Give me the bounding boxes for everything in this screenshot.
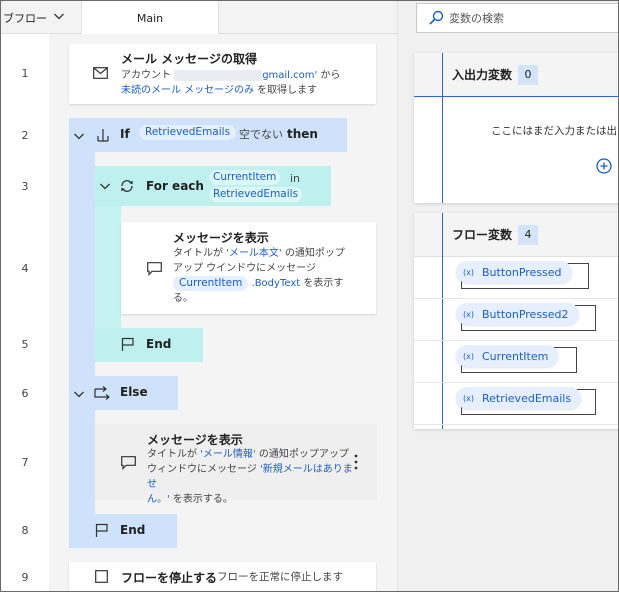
tab-main-label: Main [136,11,164,25]
loop-icon [121,180,133,192]
variable-row[interactable]: (x) ButtonPressed [414,257,618,299]
action-title: メッセージを表示 [147,433,243,447]
action-end-if[interactable]: End [69,514,177,548]
variable-count-badge: 0 [518,64,539,85]
action-description: フローを正常に停止します [217,571,343,583]
flag-icon [121,337,134,351]
action-description: タイトルが 'メール本文' の通知ポップ アップ ウインドウにメッセージ Cur… [173,248,345,304]
line-number: 8 [21,524,29,537]
io-variables-header[interactable]: 入出力変数 0 [414,53,618,97]
branch-icon [97,129,109,142]
line-number: 1 [21,67,29,80]
io-variables-section: 入出力変数 0 ここにはまだ入力または出力 [414,53,619,203]
variable-search-input[interactable]: 変数の検索 [416,3,618,33]
action-description: タイトルが 'メール情報' の通知ポップアップ ウィンドウにメッセージ '新規メ… [147,449,353,505]
if-keyword: If [120,127,130,141]
flag-icon [95,523,108,537]
section-title: フロー変数 [452,228,513,242]
if-condition: 空でない [239,128,283,141]
more-options-icon[interactable] [353,454,359,470]
if-scope-rail [69,152,95,548]
action-stop-flow[interactable]: フローを停止する フローを正常に停止します [69,562,376,591]
search-placeholder: 変数の検索 [449,12,504,25]
chevron-down-icon[interactable] [53,10,65,22]
unread-link[interactable]: 未読のメール メッセージのみ [121,85,254,96]
redacted-email [174,69,263,81]
action-for-each[interactable]: For each CurrentItem in RetrievedEmails [95,166,331,206]
line-number: 6 [21,387,29,400]
variable-row[interactable]: (x) RetrievedEmails [414,383,618,425]
line-number: 9 [21,571,29,584]
variable-pill[interactable]: (x) ButtonPressed [456,261,572,283]
flow-variables-header[interactable]: フロー変数 4 [414,213,618,257]
drop-guide-vertical [442,53,443,203]
variable-icon: (x) [463,351,474,361]
action-else[interactable]: Else [69,376,178,410]
line-number: 7 [21,456,29,469]
foreach-scope-rail [95,204,121,330]
variable-retrieved-emails[interactable]: RetrievedEmails [139,125,237,140]
mail-icon [93,67,108,79]
search-icon [429,10,444,25]
tab-main[interactable]: Main [81,1,219,35]
variable-retrieved-emails[interactable]: RetrievedEmails [209,187,303,202]
variable-pill[interactable]: (x) ButtonPressed2 [456,303,579,325]
tab-subflows[interactable]: ブフロー [1,1,79,34]
variable-icon: (x) [463,393,474,403]
end-keyword: End [120,523,146,537]
action-show-message-2[interactable]: メッセージを表示 タイトルが 'メール情報' の通知ポップアップ ウィンドウにメ… [95,424,377,505]
variable-icon: (x) [463,267,474,277]
tab-subflows-label: ブフロー [3,11,47,25]
variable-row[interactable]: (x) ButtonPressed2 [414,299,618,341]
action-title: フローを停止する [121,571,218,585]
action-get-mail[interactable]: メール メッセージの取得 アカウント gmail.com' から 未読のメール … [69,44,376,104]
action-show-message-1[interactable]: メッセージを表示 タイトルが 'メール本文' の通知ポップ アップ ウインドウに… [121,222,376,314]
variable-pill[interactable]: (x) RetrievedEmails [456,387,582,409]
variable-pill[interactable]: (x) CurrentItem [456,345,559,367]
line-number: 3 [21,180,29,193]
chevron-down-icon[interactable] [73,388,85,400]
in-keyword: in [290,172,301,185]
flow-variables-section: フロー変数 4 (x) ButtonPressed (x) ButtonPresse… [414,213,618,429]
message-icon [147,262,162,276]
line-number-gutter: 1 2 3 4 5 6 7 8 9 [1,34,49,591]
add-circle-icon[interactable] [596,158,612,174]
flow-canvas: 1 2 3 4 5 6 7 8 9 メール メッセージの取得 アカウント gma… [1,34,397,591]
variable-current-item[interactable]: CurrentItem [209,170,281,185]
line-number: 5 [21,338,29,351]
variable-icon: (x) [463,309,474,319]
line-number: 2 [21,129,29,142]
message-icon [121,456,136,470]
action-if[interactable]: If RetrievedEmails 空でない then [69,118,347,152]
chevron-down-icon[interactable] [99,180,111,192]
empty-state-text: ここにはまだ入力または出力 [491,125,619,137]
variable-count-badge: 4 [518,224,539,245]
app-window: ブフロー Main 1 2 3 4 5 6 7 8 9 メール メッセージの取得… [0,0,619,592]
action-title: メッセージを表示 [173,231,269,245]
tab-strip: ブフロー Main [1,1,397,35]
action-end-foreach[interactable]: End [95,328,203,362]
end-keyword: End [146,337,172,351]
drop-guide-horizontal [414,96,618,97]
else-arrow-icon [94,386,110,400]
for-each-keyword: For each [146,179,204,193]
variable-current-item[interactable]: CurrentItem [173,276,249,291]
chevron-down-icon[interactable] [73,130,85,142]
else-keyword: Else [120,385,148,399]
line-number: 4 [21,262,29,275]
section-title: 入出力変数 [452,68,513,82]
action-title: メール メッセージの取得 [121,52,257,66]
stop-square-icon [95,570,108,583]
variable-row[interactable]: (x) CurrentItem [414,341,618,383]
variables-panel: 変数の検索 入出力変数 0 ここにはまだ入力または出力 フロー変数 4 (x) B… [397,1,619,591]
action-description: アカウント gmail.com' から 未読のメール メッセージのみ を取得しま… [121,69,341,96]
then-keyword: then [287,127,318,141]
